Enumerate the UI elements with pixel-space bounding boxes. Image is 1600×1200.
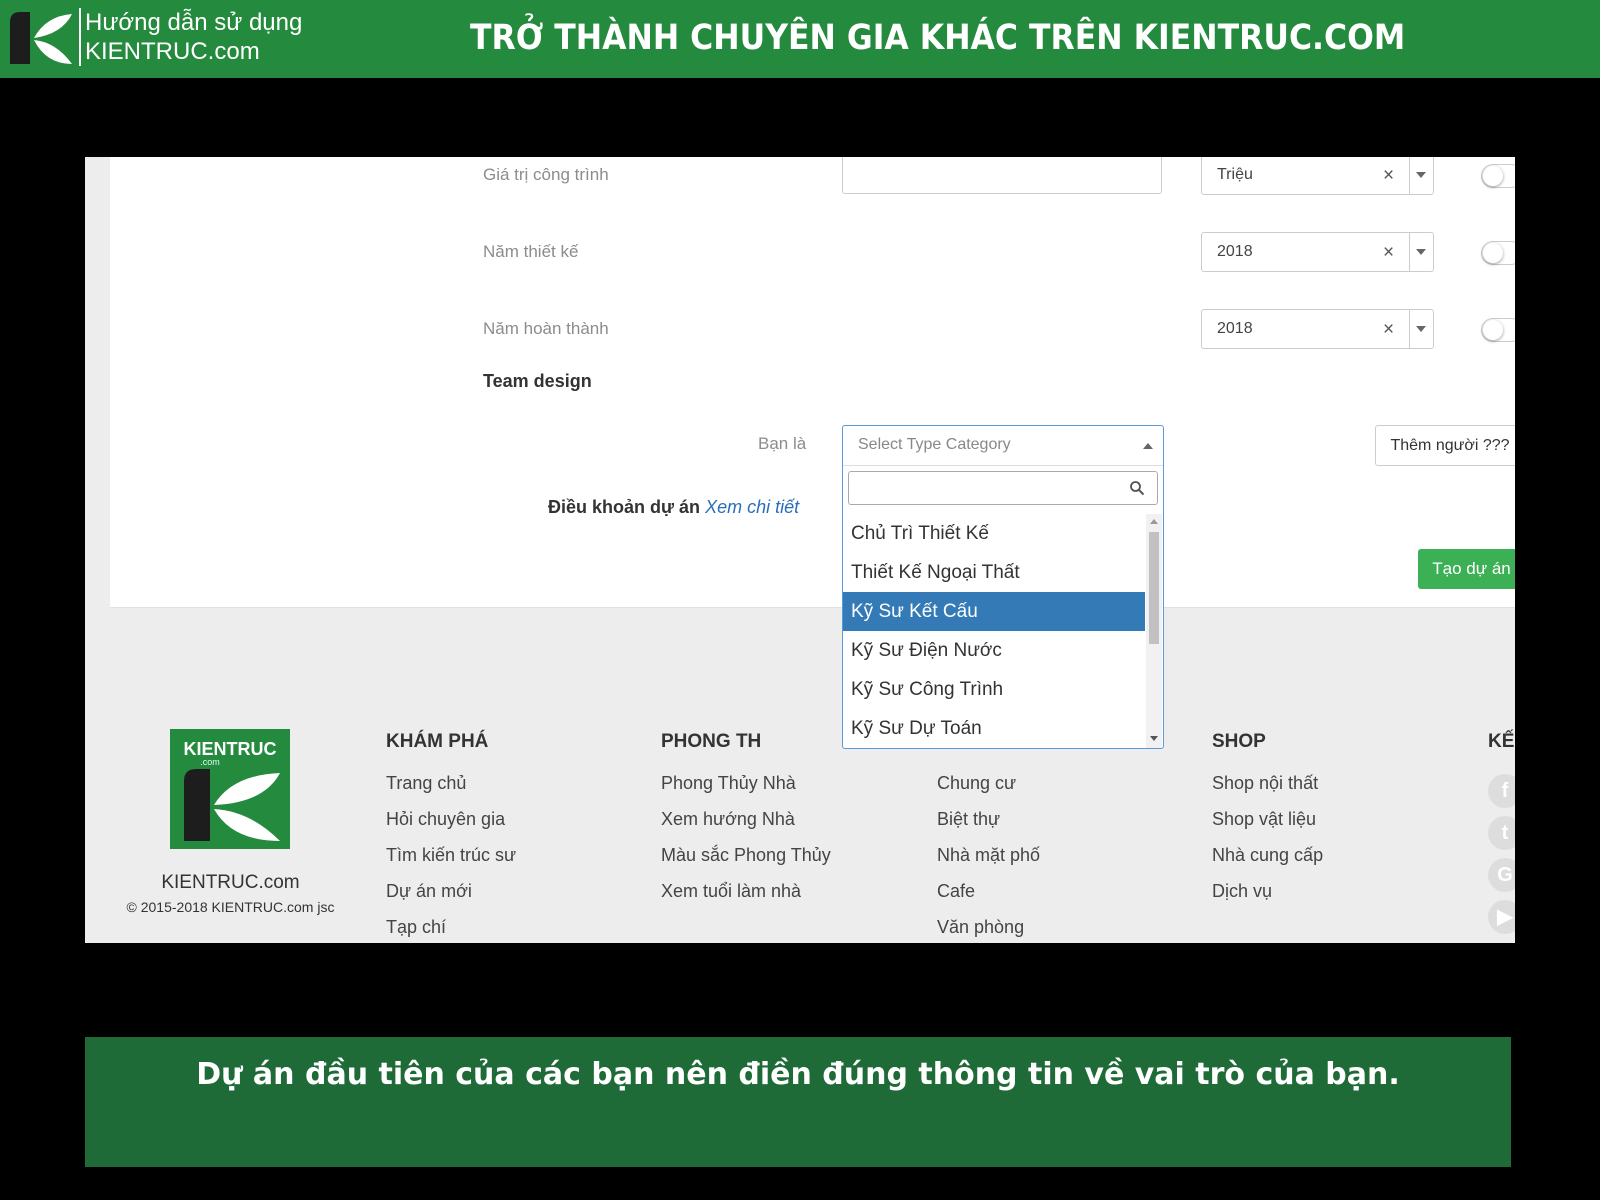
dropdown-option[interactable]: Kỹ Sư Công Trình	[843, 670, 1145, 709]
dropdown-placeholder: Select Type Category	[858, 436, 1011, 453]
footer-link[interactable]: Biệt thự	[937, 809, 1040, 845]
twitter-icon[interactable]: t	[1488, 816, 1515, 850]
project-terms: Điều khoản dự án Xem chi tiết	[548, 497, 799, 518]
facebook-icon[interactable]: f	[1488, 774, 1515, 808]
add-person-button[interactable]: Thêm người ???	[1375, 425, 1515, 466]
website-screenshot: Giá trị công trình Triệu × Năm thiết kế …	[85, 157, 1515, 943]
dropdown-option[interactable]: Kỹ Sư Dự Toán	[843, 709, 1145, 748]
completion-year-select[interactable]: 2018 ×	[1201, 309, 1434, 349]
footer-column-projects: Chung cư Biệt thự Nhà mặt phố Cafe Văn p…	[937, 731, 1040, 943]
dropdown-options-list: Chủ Trì Thiết Kế Thiết Kế Ngoại Thất Kỹ …	[843, 514, 1145, 748]
completion-year-label: Năm hoàn thành	[483, 319, 609, 338]
footer-link[interactable]: Shop vật liệu	[1212, 809, 1323, 845]
footer-link[interactable]: Tìm kiến trúc sư	[386, 845, 516, 881]
footer-heading: KHÁM PHÁ	[386, 731, 489, 752]
role-category-dropdown[interactable]: Select Type Category Chủ Trì Thiết Kế Th…	[842, 425, 1164, 749]
toggle-knob	[1483, 243, 1503, 263]
footer-heading: KẾ	[1488, 731, 1515, 752]
design-year-label: Năm thiết kế	[483, 242, 579, 261]
scroll-down-icon[interactable]	[1150, 736, 1158, 741]
project-form-panel: Giá trị công trình Triệu × Năm thiết kế …	[110, 157, 1515, 608]
design-year-value: 2018	[1217, 243, 1253, 260]
toggle-knob	[1483, 166, 1503, 186]
footer-link[interactable]: Trang chủ	[386, 773, 516, 809]
select-divider	[1409, 310, 1410, 348]
clear-icon[interactable]: ×	[1383, 242, 1394, 264]
kientruc-logo-icon: KIENTRUC .com	[170, 729, 290, 849]
dropdown-option-selected[interactable]: Kỹ Sư Kết Cấu	[843, 592, 1145, 631]
footer-link[interactable]: Dự án mới	[386, 881, 516, 917]
footer-link[interactable]: Xem tuổi làm nhà	[661, 881, 831, 917]
footer-column-explore: KHÁM PHÁ Trang chủ Hỏi chuyên gia Tìm ki…	[386, 731, 516, 943]
create-project-button[interactable]: Tạo dự án	[1418, 549, 1515, 589]
dropdown-option[interactable]: Thiết Kế Ngoại Thất	[843, 553, 1145, 592]
footer-link[interactable]: Nhà cung cấp	[1212, 845, 1323, 881]
dropdown-option[interactable]: Kỹ Sư Điện Nước	[843, 631, 1145, 670]
kientruc-logo-icon	[10, 12, 72, 64]
dropdown-search-input[interactable]	[848, 471, 1158, 505]
footer-heading: PHONG TH	[661, 731, 762, 752]
select-divider	[1409, 233, 1410, 271]
tutorial-brand: Hướng dẫn sử dụng KIENTRUC.com	[79, 8, 302, 66]
project-value-input[interactable]	[842, 157, 1162, 194]
footer-link[interactable]: Phong Thủy Nhà	[661, 773, 831, 809]
chevron-down-icon[interactable]	[1416, 172, 1426, 178]
dropdown-option[interactable]: Chủ Trì Thiết Kế	[843, 514, 1145, 553]
footer-link[interactable]: Tạp chí	[386, 917, 516, 943]
footer-link[interactable]: Dịch vụ	[1212, 881, 1323, 917]
dropdown-scrollbar[interactable]	[1146, 514, 1162, 748]
footer-link[interactable]: Văn phòng	[937, 917, 1040, 943]
design-year-toggle[interactable]	[1481, 241, 1515, 265]
footer-link[interactable]: Nhà mặt phố	[937, 845, 1040, 881]
team-design-heading: Team design	[483, 371, 592, 391]
project-value-label: Giá trị công trình	[483, 165, 609, 184]
google-plus-icon[interactable]: G	[1488, 858, 1515, 892]
value-unit-text: Triệu	[1217, 166, 1253, 183]
chevron-down-icon[interactable]	[1416, 326, 1426, 332]
caption-text: Dự án đầu tiên của các bạn nên điền đúng…	[196, 1057, 1400, 1092]
dropdown-header[interactable]: Select Type Category	[843, 426, 1163, 466]
value-visibility-toggle[interactable]	[1481, 164, 1515, 188]
caption-bar: Dự án đầu tiên của các bạn nên điền đúng…	[85, 1037, 1511, 1167]
footer-logo-text: KIENTRUC	[184, 739, 277, 759]
scrollbar-thumb[interactable]	[1149, 532, 1159, 644]
chevron-down-icon[interactable]	[1416, 249, 1426, 255]
design-year-select[interactable]: 2018 ×	[1201, 232, 1434, 272]
brand-line-2: KIENTRUC.com	[85, 38, 260, 65]
value-unit-select[interactable]: Triệu ×	[1201, 157, 1434, 195]
youtube-icon[interactable]: ▶	[1488, 900, 1515, 934]
brand-line-1: Hướng dẫn sử dụng	[85, 9, 303, 36]
terms-link[interactable]: Xem chi tiết	[705, 497, 799, 517]
clear-icon[interactable]: ×	[1383, 319, 1394, 341]
scroll-up-icon[interactable]	[1150, 519, 1158, 524]
search-icon	[1130, 481, 1145, 496]
select-divider	[1409, 157, 1410, 194]
footer-column-fengshui: PHONG TH Phong Thủy Nhà Xem hướng Nhà Mà…	[661, 731, 831, 917]
role-label: Bạn là	[758, 434, 807, 453]
completion-year-value: 2018	[1217, 320, 1253, 337]
tutorial-header: Hướng dẫn sử dụng KIENTRUC.com TRỞ THÀNH…	[0, 0, 1600, 78]
footer-copyright: © 2015-2018 KIENTRUC.com jsc	[126, 899, 335, 915]
completion-year-toggle[interactable]	[1481, 318, 1515, 342]
tutorial-title: TRỞ THÀNH CHUYÊN GIA KHÁC TRÊN KIENTRUC.…	[470, 18, 1406, 58]
footer-heading: SHOP	[1212, 731, 1266, 752]
footer-link[interactable]: Xem hướng Nhà	[661, 809, 831, 845]
footer-link[interactable]: Shop nội thất	[1212, 773, 1323, 809]
footer-brand: KIENTRUC.com	[161, 872, 300, 893]
footer-link[interactable]: Cafe	[937, 881, 1040, 917]
footer-column-shop: SHOP Shop nội thất Shop vật liệu Nhà cun…	[1212, 731, 1323, 917]
footer-column-connect: KẾ	[1488, 731, 1514, 773]
footer-logo[interactable]: KIENTRUC .com	[170, 729, 290, 849]
chevron-up-icon[interactable]	[1143, 443, 1153, 449]
toggle-knob	[1483, 320, 1503, 340]
footer-link[interactable]: Màu sắc Phong Thủy	[661, 845, 831, 881]
footer-link[interactable]: Hỏi chuyên gia	[386, 809, 516, 845]
terms-label: Điều khoản dự án	[548, 497, 701, 517]
footer-logo-sub: .com	[200, 757, 220, 767]
clear-icon[interactable]: ×	[1383, 165, 1394, 187]
footer-link[interactable]: Chung cư	[937, 773, 1040, 809]
